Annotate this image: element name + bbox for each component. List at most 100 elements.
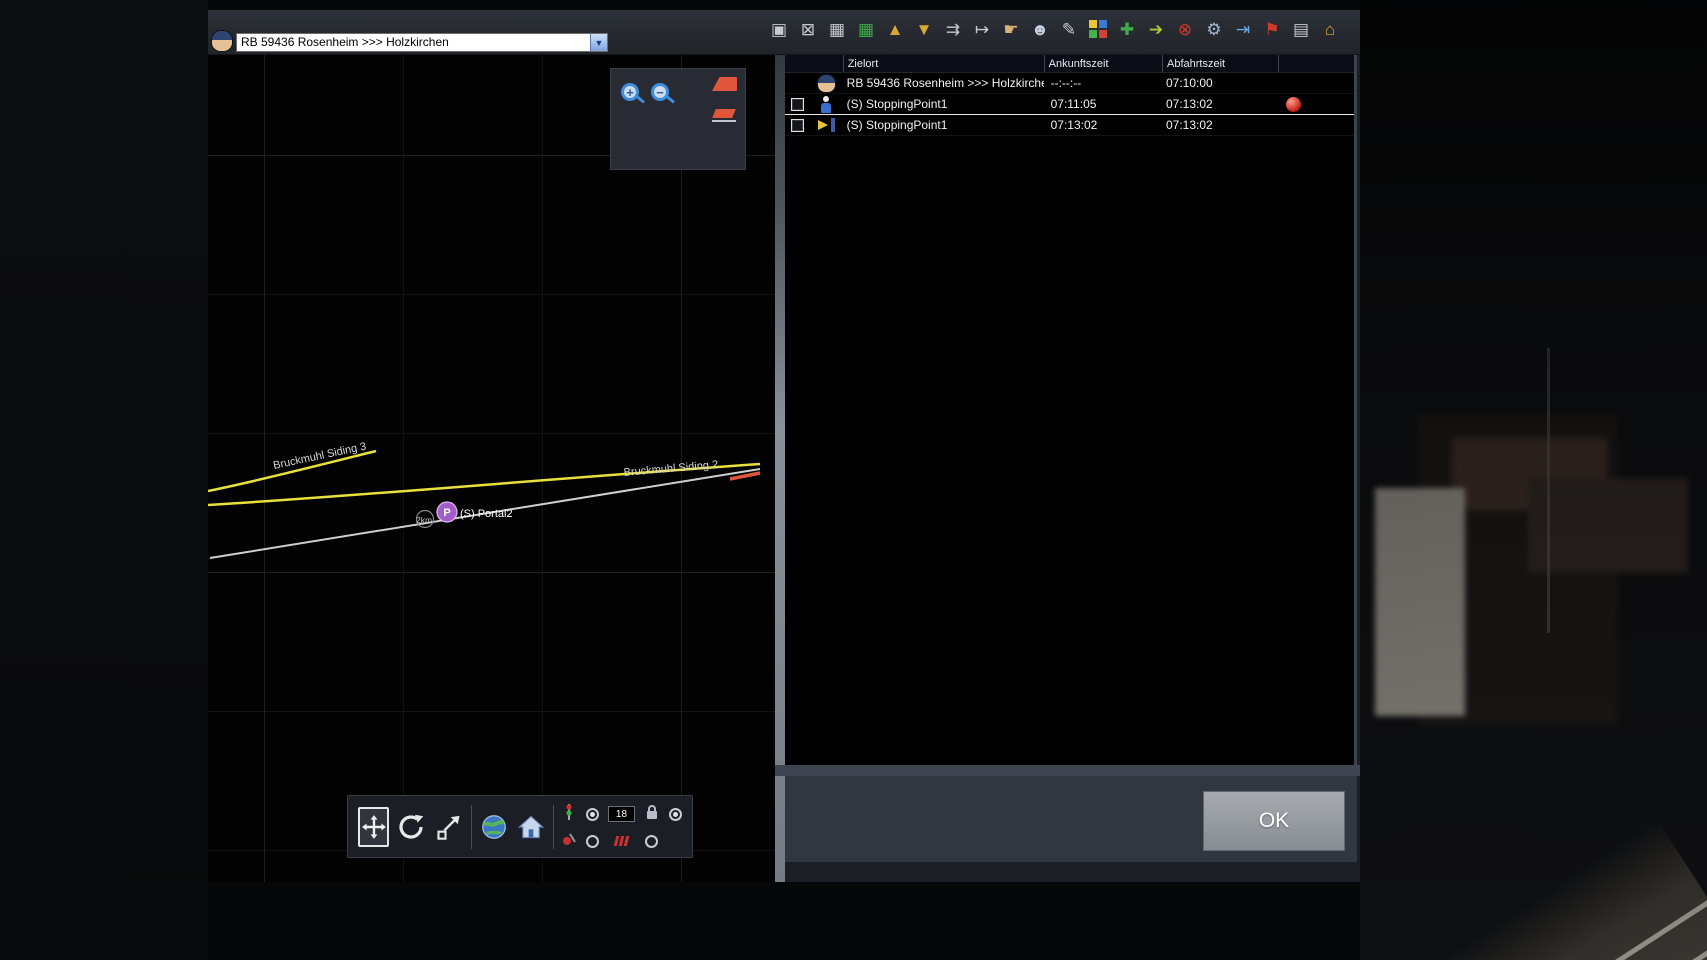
home-view-button[interactable] — [516, 807, 546, 847]
bottom-black-strip — [208, 882, 1360, 960]
row-destination: (S) StoppingPoint1 — [846, 97, 948, 111]
radio-snap-terrain[interactable] — [585, 807, 599, 821]
move-cross-icon — [361, 814, 386, 839]
radio-rotation-snap[interactable] — [645, 834, 659, 848]
junction-filter-icon[interactable] — [561, 831, 577, 852]
map-filter-cluster: 18 — [561, 802, 682, 852]
red-track-marker-line-icon[interactable] — [712, 109, 736, 122]
add-service-icon[interactable]: ✚ — [1113, 14, 1141, 44]
portal-badge: P — [443, 507, 450, 519]
delete-icon[interactable]: ⊠ — [794, 14, 822, 44]
grid-large-icon[interactable]: ▦ — [852, 14, 880, 44]
depot-icon[interactable]: ⌂ — [1316, 14, 1344, 44]
snap-value-box[interactable]: 18 — [607, 806, 635, 822]
siding2-label: Bruckmuhl Siding 2 — [623, 459, 718, 479]
map-toolbar: 18 — [347, 795, 693, 858]
portal-exit-icon[interactable]: ⇥ — [1229, 14, 1257, 44]
signal-filter-icon[interactable] — [561, 802, 577, 827]
radio-free-move[interactable] — [585, 834, 599, 848]
footer-divider-strip — [775, 765, 1360, 776]
save-icon[interactable]: ▣ — [765, 14, 793, 44]
editor-toolbar: ▣ ⊠ ▦ ▦ ▲ ▼ ⇉ ↦ ☛ ☻ ✎ ✚ ➔ ⊗ ⚙ ⇥ ⚑ ▤ ⌂ — [765, 12, 1359, 46]
flag-icon[interactable]: ⚑ — [1258, 14, 1286, 44]
remove-service-icon[interactable]: ⊗ — [1171, 14, 1199, 44]
consist-color-squares — [1089, 20, 1107, 38]
timetable-panel: Zielort Ankunftszeit Abfahrtszeit RB 594… — [785, 55, 1357, 765]
column-header-status — [1278, 55, 1354, 72]
dropdown-arrow-icon[interactable]: ▼ — [590, 34, 607, 51]
driver-avatar-icon — [212, 31, 232, 51]
row-icon-cell — [810, 73, 843, 93]
passengers-icon[interactable]: ☻ — [1026, 14, 1054, 44]
junction-icon — [562, 832, 576, 845]
background-scenery — [1360, 0, 1707, 960]
column-header-abfahrtszeit[interactable]: Abfahrtszeit — [1162, 55, 1278, 72]
move-down-icon[interactable]: ▼ — [910, 14, 938, 44]
service-settings-icon[interactable]: ⚙ — [1200, 14, 1228, 44]
move-up-icon[interactable]: ▲ — [881, 14, 909, 44]
dialog-footer: OK — [785, 776, 1357, 862]
panel-divider[interactable] — [775, 55, 785, 882]
column-header-ankunftszeit[interactable]: Ankunftszeit — [1043, 55, 1162, 72]
rotate-tool-button[interactable] — [396, 807, 426, 847]
driver-avatar-icon — [817, 74, 835, 92]
timetable-header: Zielort Ankunftszeit Abfahrtszeit — [785, 55, 1354, 73]
top-black-strip — [208, 0, 1360, 10]
move-node-tool-button[interactable] — [434, 807, 464, 847]
row-arrival-time: 07:11:05 — [1050, 97, 1097, 111]
insert-before-icon[interactable]: ⇉ — [939, 14, 967, 44]
row-icon-cell — [810, 94, 843, 114]
route-selector-value: RB 59436 Rosenheim >>> Holzkirchen — [241, 35, 449, 49]
grid-small-icon[interactable]: ▦ — [823, 14, 851, 44]
row-departure-time: 07:13:02 — [1165, 118, 1213, 132]
edit-timetable-icon[interactable]: ✎ — [1055, 14, 1083, 44]
passenger-stop-icon — [819, 95, 833, 113]
pan-tool-button[interactable] — [358, 806, 390, 847]
row-arrival-time: 07:13:02 — [1050, 118, 1098, 132]
world-view-button[interactable] — [479, 807, 509, 847]
row-icon-cell — [810, 115, 843, 135]
left-black-strip — [0, 0, 208, 960]
ruler-icon[interactable]: ▤ — [1287, 14, 1315, 44]
rotate-icon — [399, 814, 424, 839]
toolbar-divider — [470, 804, 472, 849]
radio-snap-grid[interactable] — [668, 807, 682, 821]
pointer-icon[interactable]: ☛ — [997, 14, 1025, 44]
red-track-marker-icon[interactable] — [712, 77, 737, 91]
home-icon — [517, 815, 545, 838]
column-header-zielort[interactable]: Zielort — [842, 55, 1044, 72]
padlock-icon — [646, 804, 657, 819]
map-overlay-panel: + − — [610, 68, 746, 170]
row-status-cell — [1278, 73, 1354, 93]
move-node-icon — [437, 815, 460, 840]
globe-icon — [481, 814, 506, 839]
timetable-row[interactable]: (S) StoppingPoint1 07:13:02 07:13:02 — [785, 115, 1354, 136]
portal-exit-row-icon — [817, 118, 835, 132]
route-map-2d[interactable]: Bruckmuhl Siding 3 Bruckmuhl Siding 2 2k… — [208, 55, 775, 882]
insert-after-icon[interactable]: ↦ — [968, 14, 996, 44]
lock-icon[interactable] — [644, 803, 660, 826]
row-arrival-time: --:--:-- — [1050, 76, 1082, 90]
row-departure-time: 07:10:00 — [1165, 76, 1213, 90]
zoom-out-icon[interactable]: − — [651, 83, 669, 101]
map-tracks-layer: Bruckmuhl Siding 3 Bruckmuhl Siding 2 2k… — [208, 440, 761, 559]
zoom-in-icon[interactable]: + — [621, 83, 639, 101]
toolbar-divider — [553, 804, 554, 849]
row-destination: (S) StoppingPoint1 — [846, 118, 948, 132]
distance-label: 2km — [416, 515, 432, 525]
row-checkbox[interactable] — [790, 97, 804, 111]
consist-colors-icon[interactable] — [1084, 14, 1112, 44]
timetable-row[interactable]: RB 59436 Rosenheim >>> Holzkirche --:--:… — [785, 73, 1354, 94]
signal-icon — [566, 803, 572, 820]
drive-arrow-icon[interactable]: ➔ — [1142, 14, 1170, 44]
portal-label: (S) Portal2 — [460, 508, 513, 520]
route-selector[interactable]: RB 59436 Rosenheim >>> Holzkirchen ▼ — [236, 33, 608, 52]
ok-button[interactable]: OK — [1203, 791, 1345, 851]
scenery-dim-overlay — [1360, 0, 1707, 960]
row-destination: RB 59436 Rosenheim >>> Holzkirche — [846, 76, 1044, 90]
timetable-row[interactable]: (S) StoppingPoint1 07:11:05 07:13:02 — [785, 94, 1354, 115]
row-checkbox[interactable] — [790, 118, 804, 132]
red-marks-icon[interactable] — [613, 836, 630, 846]
row-checkbox-cell — [785, 115, 810, 135]
row-status-cell — [1278, 115, 1354, 135]
